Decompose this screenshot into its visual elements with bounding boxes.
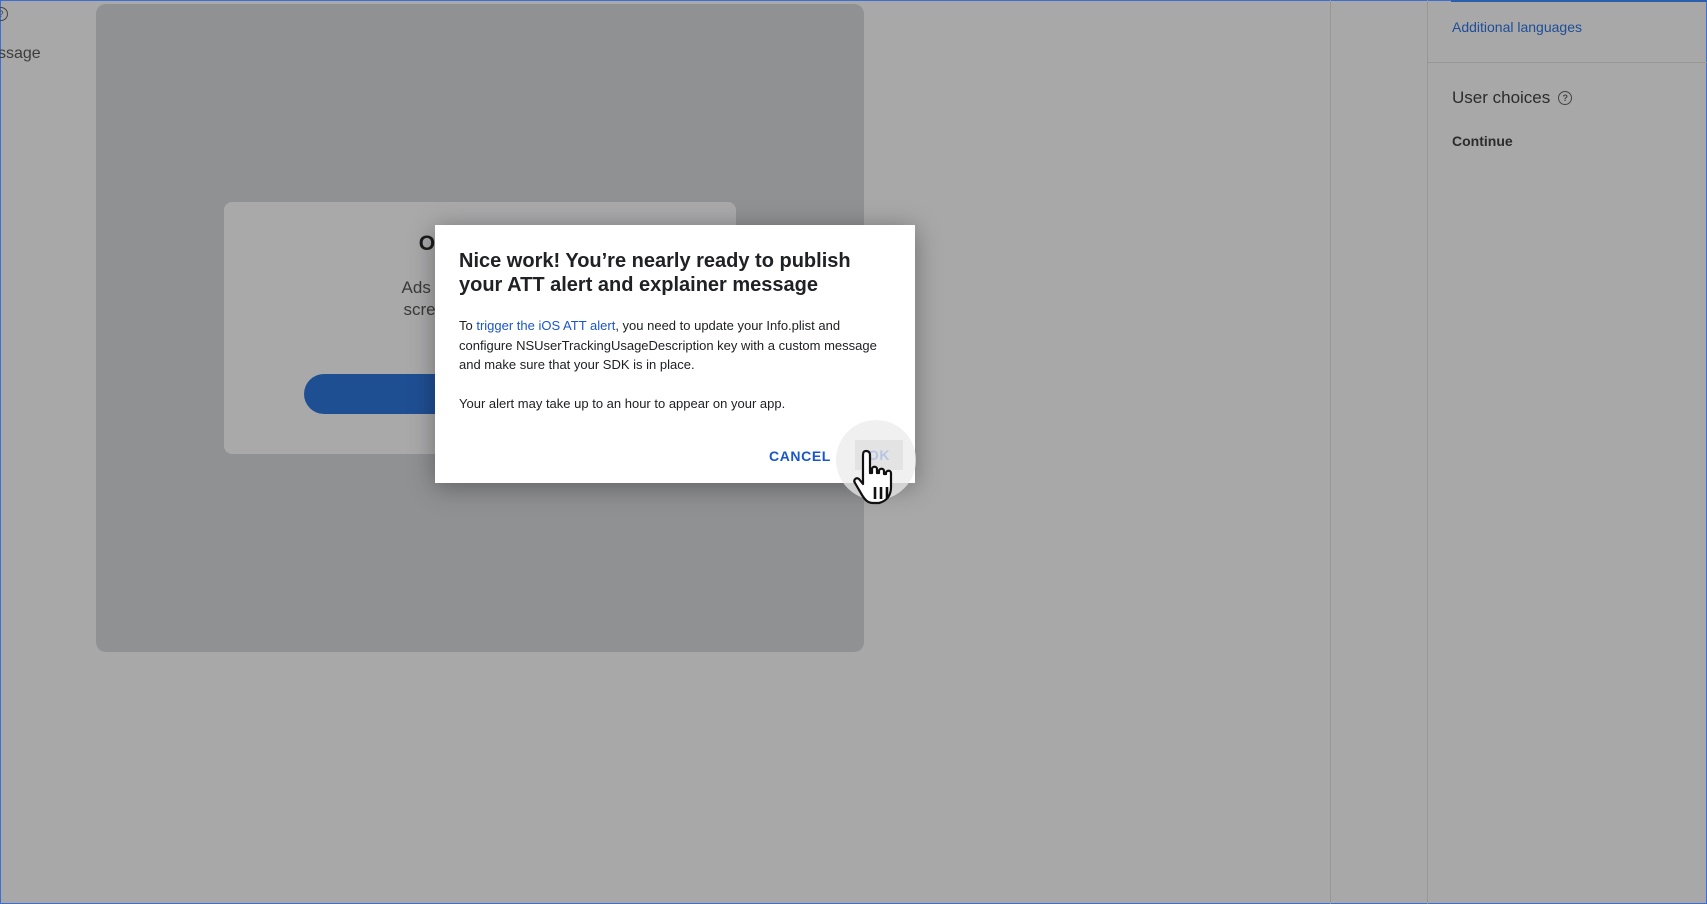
panel-divider xyxy=(1330,0,1331,904)
dialog-body: To trigger the iOS ATT alert, you need t… xyxy=(459,316,889,413)
dialog-title: Nice work! You’re nearly ready to publis… xyxy=(459,250,851,296)
body-prefix: To xyxy=(459,318,477,333)
dialog-paragraph: To trigger the iOS ATT alert, you need t… xyxy=(459,316,889,375)
hand-cursor-icon xyxy=(853,449,893,505)
help-circle-icon[interactable]: ? xyxy=(1558,91,1573,105)
cancel-button[interactable]: CANCEL xyxy=(769,448,831,464)
trigger-att-alert-link[interactable]: trigger the iOS ATT alert xyxy=(476,318,615,333)
active-indicator xyxy=(1451,0,1707,2)
continue-choice[interactable]: Continue xyxy=(1452,133,1513,149)
user-choices-label: User choices xyxy=(1452,88,1551,107)
left-partial-label: ssage xyxy=(0,45,41,62)
dialog-paragraph-2: Your alert may take up to an hour to app… xyxy=(459,395,786,411)
section-divider xyxy=(1428,62,1707,63)
question-circle-icon[interactable]: ? xyxy=(0,7,8,21)
panel-divider xyxy=(1427,0,1428,904)
additional-languages-link[interactable]: Additional languages xyxy=(1452,19,1582,35)
user-choices-heading: User choices ? xyxy=(1452,88,1573,108)
